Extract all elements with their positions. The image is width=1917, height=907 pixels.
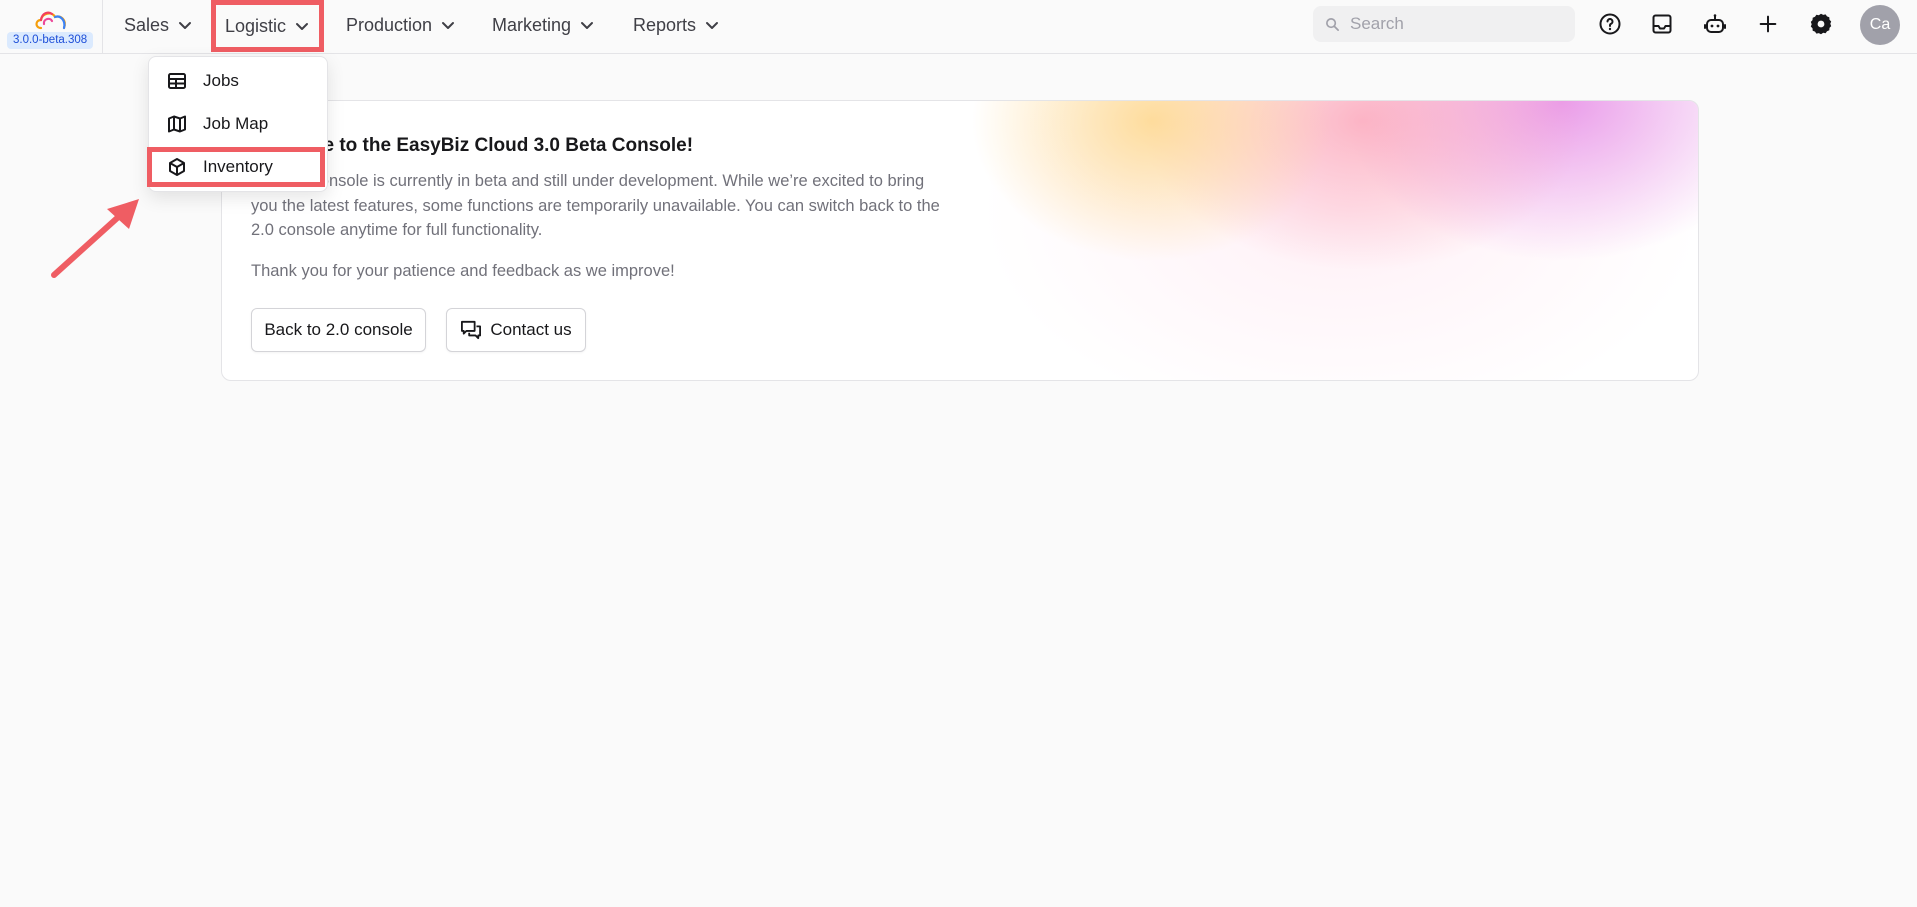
chat-bubbles-icon bbox=[461, 320, 482, 340]
menu-item-inventory[interactable]: Inventory bbox=[147, 147, 325, 187]
user-avatar[interactable]: Ca bbox=[1860, 5, 1900, 45]
menu-item-job-map-label: Job Map bbox=[203, 114, 269, 133]
chevron-down-icon bbox=[706, 22, 719, 29]
box-icon bbox=[169, 158, 185, 176]
chevron-down-icon bbox=[442, 22, 455, 29]
welcome-card: Welcome to the EasyBiz Cloud 3.0 Beta Co… bbox=[221, 100, 1699, 381]
map-icon bbox=[168, 115, 186, 133]
help-icon bbox=[1599, 13, 1621, 35]
ai-assistant-icon bbox=[1704, 14, 1726, 33]
inbox-button[interactable] bbox=[1646, 8, 1678, 40]
app-logo[interactable]: 3.0.0-beta.308 bbox=[0, 0, 103, 54]
nav-marketing-label: Marketing bbox=[492, 14, 572, 35]
menu-item-job-map[interactable]: Job Map bbox=[149, 104, 329, 144]
annotation-arrow-icon bbox=[51, 199, 139, 278]
welcome-thanks: Thank you for your patience and feedback… bbox=[251, 262, 675, 280]
search-icon bbox=[1326, 17, 1339, 31]
logistic-dropdown-menu: Jobs Job Map Inventory bbox=[147, 56, 329, 192]
nav-sales-label: Sales bbox=[124, 14, 170, 35]
back-to-2-console-button[interactable]: Back to 2.0 console bbox=[251, 308, 426, 352]
settings-icon bbox=[1810, 13, 1832, 35]
nav-marketing[interactable]: Marketing bbox=[492, 0, 595, 50]
chevron-down-icon bbox=[296, 23, 309, 30]
decorative-gradient bbox=[922, 101, 1698, 380]
help-button[interactable] bbox=[1594, 8, 1626, 40]
welcome-description: The 3.0 console is currently in beta and… bbox=[251, 172, 940, 239]
search-input[interactable] bbox=[1350, 14, 1550, 34]
nav-logistic-label: Logistic bbox=[225, 15, 287, 36]
chevron-down-icon bbox=[581, 22, 594, 29]
nav-production-label: Production bbox=[346, 14, 433, 35]
plus-icon bbox=[1759, 15, 1777, 33]
chevron-down-icon bbox=[179, 22, 192, 29]
nav-sales[interactable]: Sales bbox=[124, 0, 193, 50]
contact-button-label: Contact us bbox=[490, 320, 572, 339]
menu-item-jobs[interactable]: Jobs bbox=[149, 61, 329, 101]
inbox-icon bbox=[1652, 14, 1672, 34]
menu-item-inventory-label: Inventory bbox=[203, 157, 273, 176]
top-navigation-bar: 3.0.0-beta.308 Sales Logistic Production… bbox=[0, 0, 1917, 54]
cloud-logo-icon bbox=[35, 11, 66, 30]
add-button[interactable] bbox=[1752, 8, 1784, 40]
version-badge: 3.0.0-beta.308 bbox=[7, 32, 94, 49]
ai-assistant-button[interactable] bbox=[1699, 8, 1731, 40]
table-icon bbox=[168, 73, 186, 89]
nav-reports-label: Reports bbox=[633, 14, 697, 35]
search-box[interactable] bbox=[1313, 6, 1575, 42]
nav-reports[interactable]: Reports bbox=[633, 0, 720, 50]
nav-production[interactable]: Production bbox=[346, 0, 456, 50]
settings-button[interactable] bbox=[1805, 8, 1837, 40]
contact-us-button[interactable]: Contact us bbox=[446, 308, 586, 352]
menu-item-jobs-label: Jobs bbox=[203, 71, 239, 90]
back-button-label: Back to 2.0 console bbox=[264, 320, 413, 339]
nav-logistic[interactable]: Logistic bbox=[211, 0, 325, 52]
